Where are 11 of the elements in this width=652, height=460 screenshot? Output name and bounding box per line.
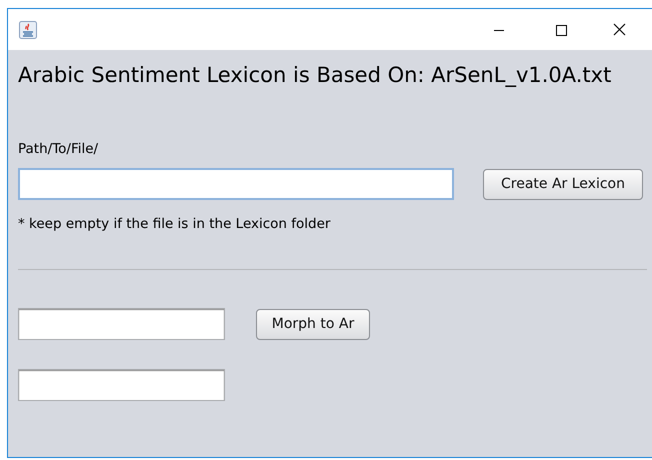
morph-button[interactable]: Morph to Ar xyxy=(256,308,370,340)
note: * keep empty if the file is in the Lexicon folder xyxy=(18,216,332,232)
heading: Arabic Sentiment Lexicon is Based On: ArSenL_v1.0A.txt xyxy=(18,63,612,87)
path-label: Path/To/File/ xyxy=(18,141,100,157)
path-field[interactable] xyxy=(18,168,454,200)
morph-input-field[interactable] xyxy=(18,308,225,340)
app-icon xyxy=(19,20,37,38)
close-icon[interactable] xyxy=(612,23,626,36)
create-lexicon-button[interactable]: Create Ar Lexicon xyxy=(483,168,643,200)
maximize-icon[interactable] xyxy=(555,24,567,36)
morph-output-field[interactable] xyxy=(18,369,225,401)
